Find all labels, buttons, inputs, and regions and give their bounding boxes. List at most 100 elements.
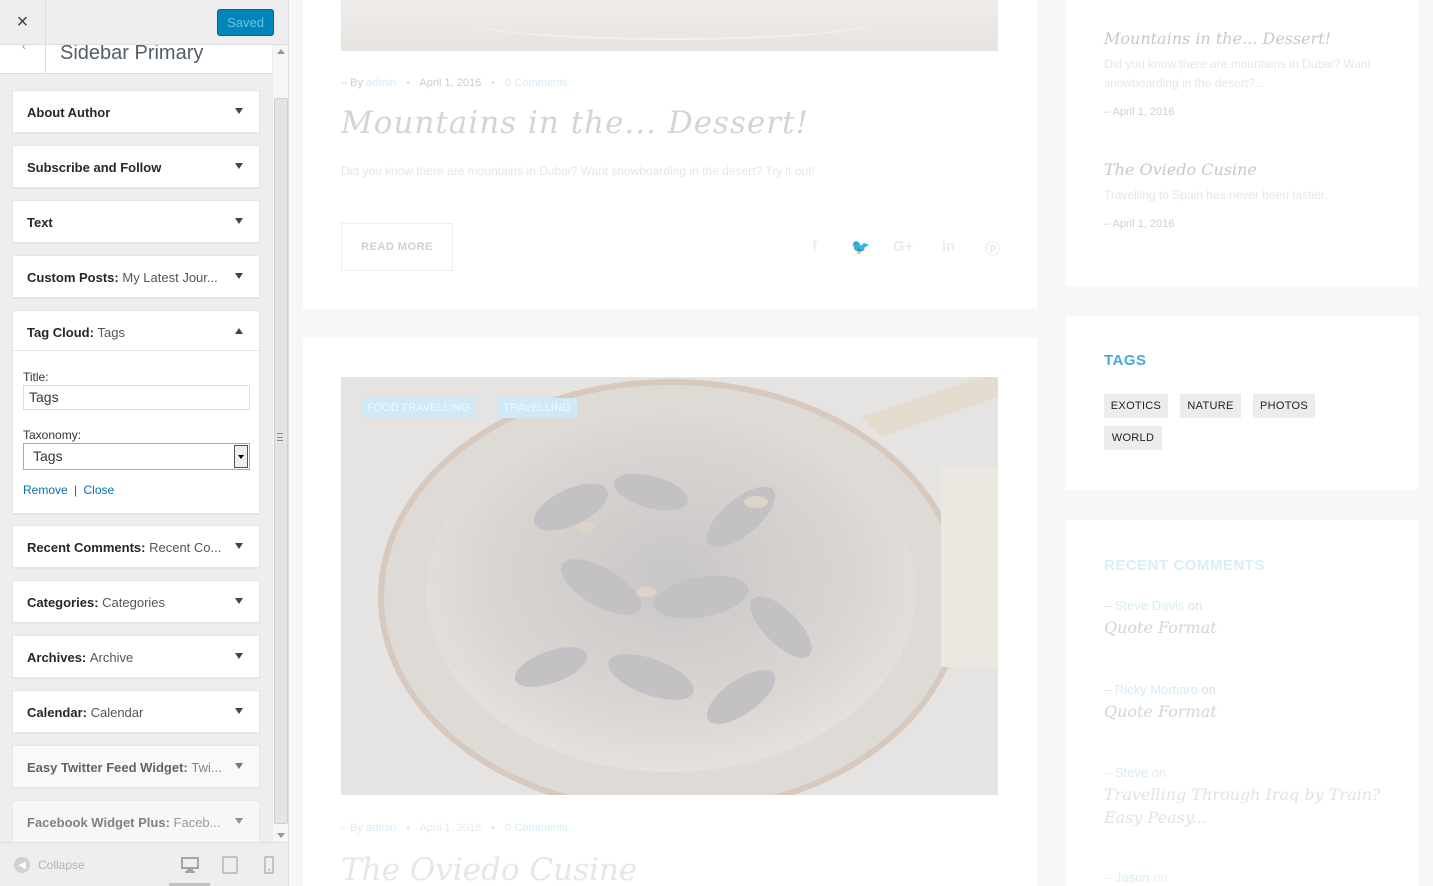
tag-link[interactable]: WORLD xyxy=(1104,426,1162,450)
collapse-arrow-icon[interactable] xyxy=(235,328,243,334)
post-meta: – By admin • April 1, 2016 • 0 Comments xyxy=(341,77,568,89)
expand-arrow-icon[interactable] xyxy=(235,163,243,169)
widget-text[interactable]: Text xyxy=(12,200,260,243)
expand-arrow-icon[interactable] xyxy=(235,818,243,824)
pinterest-icon[interactable]: ⓟ xyxy=(985,238,1000,259)
expand-arrow-icon[interactable] xyxy=(235,543,243,549)
recent-comments-widget: RECENT COMMENTS – Steve Davis on Quote F… xyxy=(1066,520,1418,886)
widget-archives[interactable]: Archives: Archive xyxy=(12,635,260,678)
widget-easy-twitter-feed[interactable]: Easy Twitter Feed Widget: Twi... xyxy=(12,745,260,788)
recent-post-excerpt: Did you know there are mountains in Duba… xyxy=(1104,57,1372,90)
widget-title: About Author xyxy=(27,105,111,120)
facebook-icon[interactable]: f xyxy=(812,238,817,255)
tag-link[interactable]: PHOTOS xyxy=(1253,394,1315,418)
comment-author-link[interactable]: Steve xyxy=(1115,765,1148,780)
mussels-pan-illustration xyxy=(341,377,998,795)
expand-arrow-icon[interactable] xyxy=(235,218,243,224)
collapse-button[interactable]: ◀ Collapse xyxy=(14,857,85,873)
expand-arrow-icon[interactable] xyxy=(235,273,243,279)
expand-arrow-icon[interactable] xyxy=(235,598,243,604)
widget-header[interactable]: Tag Cloud: Tags xyxy=(13,311,259,351)
tablet-preview-icon[interactable] xyxy=(221,856,239,874)
desktop-preview-icon[interactable] xyxy=(181,856,199,874)
widget-about-author[interactable]: About Author xyxy=(12,90,260,133)
widget-subscribe-follow[interactable]: Subscribe and Follow xyxy=(12,145,260,188)
widget-custom-posts[interactable]: Custom Posts: My Latest Jour... xyxy=(12,255,260,298)
widget-title: Subscribe and Follow xyxy=(27,160,162,175)
tag-link[interactable]: EXOTICS xyxy=(1104,394,1168,418)
scrollbar-thumb[interactable] xyxy=(274,98,288,824)
widget-title: Categories: Categories xyxy=(27,595,166,610)
post-title[interactable]: Mountains in the... Dessert! xyxy=(341,105,809,141)
linkedin-icon[interactable]: in xyxy=(942,238,955,255)
comment-author-link[interactable]: Ricky Mortiaro xyxy=(1115,682,1198,697)
expand-arrow-icon[interactable] xyxy=(235,108,243,114)
collapse-label: Collapse xyxy=(38,858,85,872)
sidebar-scrollbar[interactable] xyxy=(273,45,288,842)
post-comments-link[interactable]: 0 Comments xyxy=(505,77,567,89)
widget-recent-comments[interactable]: Recent Comments: Recent Co... xyxy=(12,525,260,568)
widgets-list: About Author Subscribe and Follow Text C… xyxy=(0,74,272,842)
widget-tag-cloud: Tag Cloud: Tags Title: Tags Taxonomy: Ta… xyxy=(12,310,260,514)
widget-title: Tag Cloud: Tags xyxy=(27,325,126,340)
expand-arrow-icon[interactable] xyxy=(235,708,243,714)
back-arrow-icon: ‹ xyxy=(22,45,26,53)
scroll-up-icon[interactable] xyxy=(277,49,285,54)
close-customizer-button[interactable]: × xyxy=(0,0,46,45)
dropdown-arrow-icon[interactable] xyxy=(234,445,248,468)
post-image[interactable] xyxy=(341,0,998,51)
post-card: FOOD TRAVELLING TRAVELLING – By admin • … xyxy=(303,338,1037,886)
saved-button[interactable]: Saved xyxy=(217,9,274,36)
customizer-header: × Saved xyxy=(0,0,288,45)
post-comments-link[interactable]: 0 Comments xyxy=(505,822,567,834)
comment-post-link[interactable]: Quote Format xyxy=(1104,616,1384,639)
scroll-down-icon[interactable] xyxy=(277,833,285,838)
category-badge[interactable]: TRAVELLING xyxy=(497,398,577,418)
site-preview: – By admin • April 1, 2016 • 0 Comments … xyxy=(289,0,1433,886)
tag-link[interactable]: NATURE xyxy=(1180,394,1241,418)
recent-post-excerpt: Travelling to Spain has never been tasti… xyxy=(1104,188,1328,202)
expand-arrow-icon[interactable] xyxy=(235,763,243,769)
recent-comments-heading: RECENT COMMENTS xyxy=(1104,557,1265,574)
taxonomy-select[interactable]: Tags xyxy=(23,443,250,470)
widget-title: Facebook Widget Plus: Faceb... xyxy=(27,815,221,830)
widget-actions: Remove | Close xyxy=(23,483,114,497)
widget-title: Text xyxy=(27,215,53,230)
widget-title: Easy Twitter Feed Widget: Twi... xyxy=(27,760,222,775)
post-card: – By admin • April 1, 2016 • 0 Comments … xyxy=(303,0,1037,309)
close-link[interactable]: Close xyxy=(84,483,115,497)
recent-post-date: – April 1, 2016 xyxy=(1104,106,1175,118)
close-icon: × xyxy=(16,11,29,33)
title-input[interactable]: Tags xyxy=(23,385,250,410)
comment-post-link[interactable]: Travelling Through Iraq by Train? Easy P… xyxy=(1104,783,1384,829)
recent-post-date: – April 1, 2016 xyxy=(1104,218,1175,230)
recent-post-title[interactable]: The Oviedo Cusine xyxy=(1104,160,1257,179)
twitter-icon[interactable]: 🐦 xyxy=(851,238,870,256)
remove-link[interactable]: Remove xyxy=(23,483,68,497)
widget-categories[interactable]: Categories: Categories xyxy=(12,580,260,623)
widget-calendar[interactable]: Calendar: Calendar xyxy=(12,690,260,733)
read-more-button[interactable]: READ MORE xyxy=(341,223,453,271)
post-author-link[interactable]: admin xyxy=(366,77,396,89)
widget-title: Archives: Archive xyxy=(27,650,134,665)
widget-title: Calendar: Calendar xyxy=(27,705,144,720)
category-badge[interactable]: FOOD TRAVELLING xyxy=(361,398,476,418)
actions-separator: | xyxy=(74,483,78,497)
back-button[interactable]: ‹ xyxy=(0,45,46,73)
google-plus-icon[interactable]: G+ xyxy=(893,238,913,255)
recent-post-title[interactable]: Mountains in the... Dessert! xyxy=(1104,29,1331,48)
comment-post-link[interactable]: Quote Format xyxy=(1104,700,1384,723)
mobile-preview-icon[interactable] xyxy=(260,856,278,874)
section-title-bar: ‹ Sidebar Primary xyxy=(0,45,272,74)
expand-arrow-icon[interactable] xyxy=(235,653,243,659)
post-excerpt: Did you know there are mountains in Duba… xyxy=(341,164,815,178)
comment-author-link[interactable]: Jason xyxy=(1115,870,1150,885)
widget-facebook-plus[interactable]: Facebook Widget Plus: Faceb... xyxy=(12,800,260,842)
post-title[interactable]: The Oviedo Cusine xyxy=(341,852,637,886)
post-image[interactable]: FOOD TRAVELLING TRAVELLING xyxy=(341,377,998,795)
post-date: April 1, 2016 xyxy=(419,822,482,834)
comment-author-line: – Jason on xyxy=(1104,870,1168,885)
comment-author-link[interactable]: Steve Davis xyxy=(1115,598,1184,613)
post-author-link[interactable]: admin xyxy=(366,822,396,834)
taxonomy-label: Taxonomy: xyxy=(23,428,82,442)
